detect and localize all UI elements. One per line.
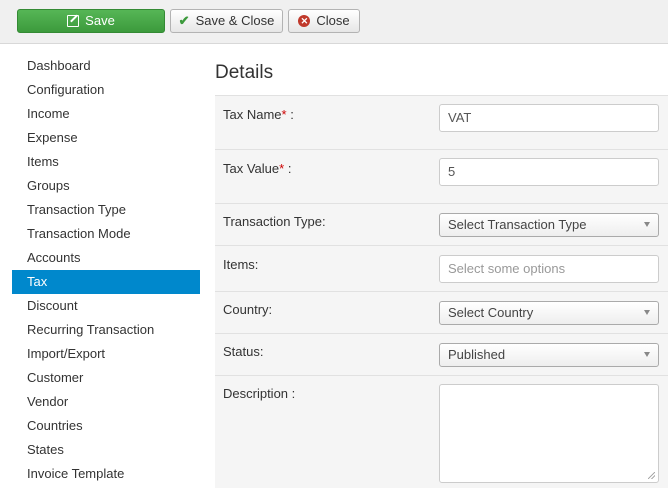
sidebar-item-configuration[interactable]: Configuration	[12, 78, 200, 102]
items-placeholder: Select some options	[448, 261, 566, 276]
transaction-type-selected: Select Transaction Type	[448, 217, 587, 232]
tax-value-value: 5	[448, 164, 456, 179]
sidebar-item-transaction-type[interactable]: Transaction Type	[12, 198, 200, 222]
toolbar: Save ✔ Save & Close ✕ Close	[0, 0, 668, 44]
description-textarea[interactable]	[439, 384, 659, 483]
sidebar-item-transaction-mode[interactable]: Transaction Mode	[12, 222, 200, 246]
transaction-type-label: Transaction Type:	[223, 214, 326, 229]
form-row-items: Items: Select some options	[215, 245, 668, 291]
form-row-tax-value: Tax Value* : 5	[215, 149, 668, 203]
sidebar-item-import-export[interactable]: Import/Export	[12, 342, 200, 366]
country-label: Country:	[223, 302, 273, 317]
items-multiselect[interactable]: Select some options	[439, 255, 659, 283]
sidebar-item-countries[interactable]: Countries	[12, 414, 200, 438]
status-label: Status:	[223, 344, 264, 359]
save-close-button[interactable]: ✔ Save & Close	[170, 9, 283, 33]
tax-name-value: VAT	[448, 110, 472, 125]
close-button[interactable]: ✕ Close	[288, 9, 360, 33]
description-label: Description :	[223, 386, 296, 401]
items-label: Items:	[223, 257, 259, 272]
sidebar-item-invoice-template[interactable]: Invoice Template	[12, 462, 200, 486]
sidebar-item-income[interactable]: Income	[12, 102, 200, 126]
sidebar-item-customer[interactable]: Customer	[12, 366, 200, 390]
tax-name-label: Tax Name* :	[223, 107, 294, 122]
edit-icon	[67, 15, 80, 27]
resize-grip-icon[interactable]	[648, 472, 655, 479]
sidebar-item-recurring-transaction[interactable]: Recurring Transaction	[12, 318, 200, 342]
sidebar-item-dashboard[interactable]: Dashboard	[12, 54, 200, 78]
form-row-description: Description :	[215, 375, 668, 488]
form-row-tax-name: Tax Name* : VAT	[215, 95, 668, 149]
chevron-down-icon	[644, 222, 650, 227]
close-circle-icon: ✕	[298, 15, 311, 27]
tax-details-form: Tax Name* : VAT Tax Value* : 5 Transacti…	[215, 95, 668, 488]
save-close-button-label: Save & Close	[195, 13, 275, 28]
form-row-status: Status: Published	[215, 333, 668, 375]
check-icon: ✔	[178, 13, 190, 28]
sidebar-item-expense[interactable]: Expense	[12, 126, 200, 150]
sidebar-item-items[interactable]: Items	[12, 150, 200, 174]
form-row-transaction-type: Transaction Type: Select Transaction Typ…	[215, 203, 668, 245]
sidebar-item-tax[interactable]: Tax	[12, 270, 200, 294]
status-select[interactable]: Published	[439, 343, 659, 367]
page-title: Details	[215, 62, 274, 83]
sidebar-item-states[interactable]: States	[12, 438, 200, 462]
sidebar-item-vendor[interactable]: Vendor	[12, 390, 200, 414]
sidebar-item-accounts[interactable]: Accounts	[12, 246, 200, 270]
sidebar-nav: Dashboard Configuration Income Expense I…	[12, 54, 200, 486]
save-button[interactable]: Save	[17, 9, 165, 33]
country-selected: Select Country	[448, 305, 534, 320]
sidebar-item-groups[interactable]: Groups	[12, 174, 200, 198]
transaction-type-select[interactable]: Select Transaction Type	[439, 213, 659, 237]
tax-value-input[interactable]: 5	[439, 158, 659, 186]
tax-name-input[interactable]: VAT	[439, 104, 659, 132]
sidebar-item-discount[interactable]: Discount	[12, 294, 200, 318]
close-button-label: Close	[316, 13, 350, 28]
status-selected: Published	[448, 347, 506, 362]
country-select[interactable]: Select Country	[439, 301, 659, 325]
tax-value-label: Tax Value* :	[223, 161, 292, 176]
chevron-down-icon	[644, 310, 650, 315]
form-row-country: Country: Select Country	[215, 291, 668, 333]
chevron-down-icon	[644, 352, 650, 357]
save-button-label: Save	[85, 13, 115, 28]
